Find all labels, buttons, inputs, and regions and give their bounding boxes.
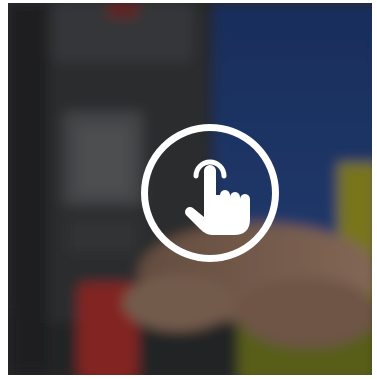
media-thumbnail[interactable] — [8, 3, 372, 375]
tap-to-interact-button[interactable] — [141, 124, 279, 262]
tap-finger-icon — [185, 159, 250, 235]
